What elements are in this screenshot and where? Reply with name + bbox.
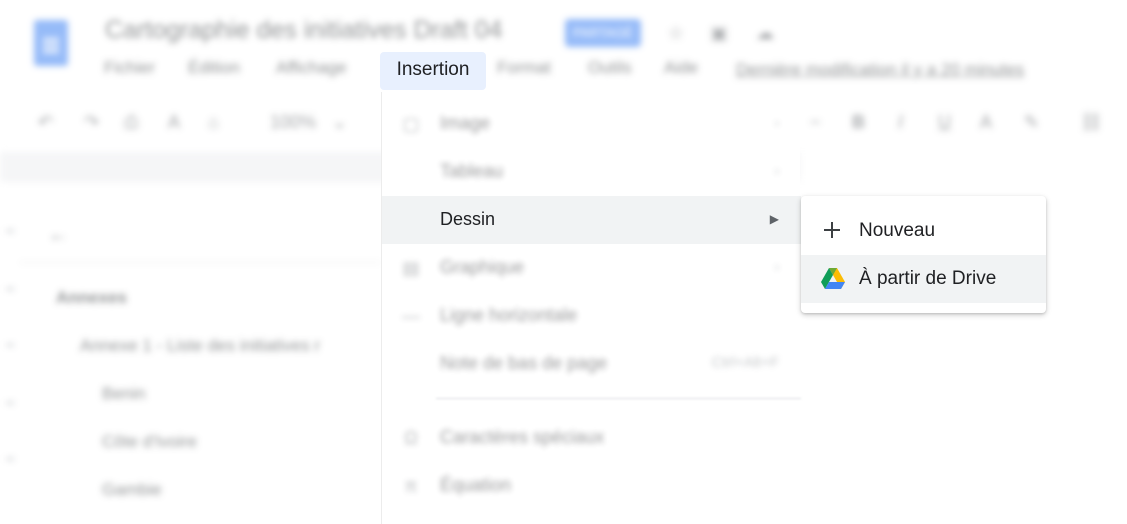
paint-format-icon[interactable]: ⌂	[208, 112, 219, 133]
ruler-page-area	[800, 152, 1127, 182]
menu-item-label: Graphique	[440, 257, 525, 277]
submenu-arrow-icon: ▶	[769, 212, 779, 226]
menu-item-label: Ligne horizontale	[440, 305, 578, 325]
outline-heading[interactable]: Annexes	[56, 288, 127, 308]
link-icon[interactable]: ⛓	[1080, 112, 1103, 133]
horizontal-line-icon: —	[402, 306, 420, 326]
menu-item-image[interactable]: ▢ Image ›	[382, 100, 801, 148]
submenu-item-nouveau[interactable]: Nouveau	[801, 207, 1046, 255]
outline-item[interactable]: Benin	[102, 384, 145, 404]
submenu-item-label: À partir de Drive	[859, 268, 997, 289]
insert-menu: ▢ Image › Tableau › Dessin ▶ ▤ Graphique…	[381, 92, 801, 524]
menu-item-dessin[interactable]: Dessin ▶	[382, 196, 801, 244]
menu-item-label: Équation	[440, 475, 512, 495]
menu-item-label: Image	[440, 113, 491, 133]
outline-marker	[6, 288, 14, 290]
image-icon: ▢	[402, 114, 420, 134]
menu-item-note-bas-de-page[interactable]: Note de bas de page Ctrl+Alt+F	[382, 340, 801, 388]
outline-marker	[6, 458, 14, 460]
text-color-icon[interactable]: A	[980, 112, 992, 133]
menu-format[interactable]: Format	[497, 58, 551, 78]
plus-icon	[821, 219, 843, 241]
outline-marker	[6, 344, 14, 346]
menu-divider	[436, 398, 801, 399]
docs-logo-icon[interactable]	[34, 20, 68, 66]
chevron-right-icon: ›	[775, 260, 779, 274]
menu-item-equation[interactable]: π Équation	[382, 462, 801, 510]
outline-divider	[20, 262, 380, 263]
menu-item-label: Caractères spéciaux	[440, 427, 605, 447]
underline-icon[interactable]: U	[938, 112, 951, 133]
zoom-select[interactable]: 100%	[270, 112, 316, 133]
italic-icon[interactable]: I	[898, 112, 903, 133]
submenu-item-from-drive[interactable]: À partir de Drive	[801, 255, 1046, 303]
bold-icon[interactable]: B	[852, 112, 865, 133]
document-title[interactable]: Cartographie des initiatives Draft 04	[105, 16, 502, 45]
outline-item[interactable]: Gambie	[102, 480, 162, 500]
menu-item-tableau[interactable]: Tableau ›	[382, 148, 801, 196]
omega-icon: Ω	[404, 428, 418, 448]
print-icon[interactable]: ⎙	[124, 112, 138, 133]
arrow-left-icon[interactable]: ←	[48, 224, 68, 247]
highlight-icon[interactable]: ✎	[1024, 112, 1039, 133]
spellcheck-icon[interactable]: A	[168, 112, 180, 133]
document-outline: ← Annexes Annexe 1 - Liste des initiativ…	[0, 182, 400, 524]
chevron-down-icon[interactable]: ⌄	[332, 112, 347, 133]
menu-item-graphique[interactable]: ▤ Graphique ›	[382, 244, 801, 292]
submenu-item-label: Nouveau	[859, 220, 936, 241]
menu-fichier[interactable]: Fichier	[104, 58, 155, 78]
chevron-right-icon: ›	[775, 164, 779, 178]
menu-item-ligne-horizontale[interactable]: — Ligne horizontale	[382, 292, 801, 340]
cloud-status-icon[interactable]: ☁	[754, 22, 776, 44]
menu-insertion[interactable]: Insertion	[380, 52, 486, 90]
chart-icon: ▤	[402, 258, 420, 278]
outline-marker	[6, 402, 14, 404]
font-size-minus-icon[interactable]: −	[810, 112, 821, 133]
menu-item-label: Dessin	[440, 209, 496, 229]
pi-icon: π	[404, 476, 418, 496]
google-drive-icon	[821, 268, 845, 289]
keyboard-shortcut: Ctrl+Alt+F	[711, 354, 779, 371]
menu-edition[interactable]: Édition	[188, 58, 240, 78]
star-icon[interactable]: ☆	[665, 22, 687, 44]
undo-icon[interactable]: ↶	[38, 112, 53, 133]
menu-item-caracteres-speciaux[interactable]: Ω Caractères spéciaux	[382, 414, 801, 462]
shared-badge: PARTAGÉ	[565, 19, 641, 47]
outline-marker	[6, 230, 14, 232]
folder-move-icon[interactable]: ▣	[708, 22, 730, 44]
menu-item-label: Note de bas de page	[440, 353, 608, 373]
drawing-submenu: Nouveau À partir de Drive	[801, 196, 1046, 313]
last-edit-link[interactable]: Dernière modification il y a 20 minutes	[736, 60, 1024, 80]
menu-affichage[interactable]: Affichage	[276, 58, 347, 78]
redo-icon[interactable]: ↷	[84, 112, 99, 133]
menu-outils[interactable]: Outils	[588, 58, 631, 78]
menu-aide[interactable]: Aide	[664, 58, 698, 78]
outline-item[interactable]: Côte d'Ivoire	[102, 432, 197, 452]
title-bar: Cartographie des initiatives Draft 04 PA…	[0, 0, 1127, 92]
menu-item-label: Tableau	[440, 161, 504, 181]
outline-item[interactable]: Annexe 1 - Liste des initiatives r	[80, 336, 320, 356]
chevron-right-icon: ›	[775, 116, 779, 130]
